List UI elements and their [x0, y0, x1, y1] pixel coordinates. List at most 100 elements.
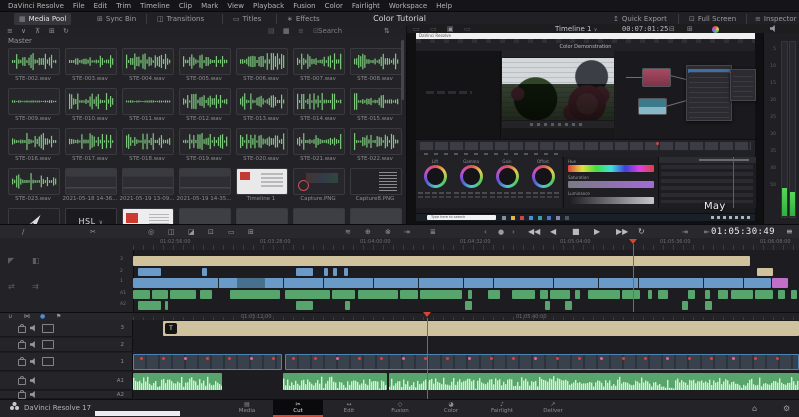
overview-clip[interactable] [648, 290, 652, 299]
overview-clip[interactable] [170, 290, 196, 299]
clip-marker-icon[interactable] [490, 357, 493, 360]
overview-clip[interactable] [705, 290, 710, 299]
lock-icon[interactable] [18, 340, 26, 349]
track-header-A1[interactable]: A1 [0, 372, 133, 390]
timeline-tool-icon-2[interactable]: ⇄ [8, 282, 15, 292]
audio-clip[interactable] [389, 373, 799, 390]
menu-help[interactable]: Help [436, 2, 452, 10]
clip-insert-icon-1[interactable]: ≣ [430, 225, 436, 239]
mute-icon[interactable] [30, 377, 35, 384]
next-clip-button[interactable]: ▶▶ [616, 225, 628, 239]
overview-clip[interactable] [682, 301, 688, 310]
marker-nav-icon-2[interactable]: › [512, 225, 515, 239]
import-tool-icon-3[interactable]: ⊞ [49, 26, 55, 36]
media-clip-STE-018.wav[interactable] [122, 128, 174, 155]
playhead[interactable] [633, 244, 634, 312]
transport-menu-icon[interactable]: ≡ [786, 225, 793, 239]
media-clip-STE-003.wav[interactable] [65, 48, 117, 75]
clip-marker-icon[interactable] [292, 357, 295, 360]
media-clip-STE-021.wav[interactable] [293, 128, 345, 155]
menu-color[interactable]: Color [325, 2, 343, 10]
page-tab-edit[interactable]: ↔ Edit [324, 400, 374, 417]
audio-clip[interactable] [133, 373, 222, 390]
clip-marker-icon[interactable] [314, 357, 317, 360]
clip-marker-icon[interactable] [446, 357, 449, 360]
overview-clip[interactable] [333, 268, 337, 276]
media-clip-STE-015.wav[interactable] [350, 88, 402, 115]
audio-clip[interactable] [283, 373, 387, 390]
taskbar-app-icon-6[interactable] [556, 215, 560, 220]
overview-clip[interactable] [324, 268, 328, 276]
overview-clip[interactable] [565, 301, 572, 310]
menu-workspace[interactable]: Workspace [389, 2, 427, 10]
media-clip-dark[interactable] [236, 208, 288, 224]
split-clip-icon[interactable]: ✂ [90, 225, 96, 239]
media-clip-STE-014.wav[interactable] [293, 88, 345, 115]
view-mode-icon-1[interactable]: ▦ [283, 26, 290, 36]
overview-clip[interactable] [400, 290, 418, 299]
track-header-2[interactable]: 2 [0, 338, 133, 352]
color-wheel-icon[interactable] [712, 26, 719, 33]
clip-marker-icon[interactable] [228, 357, 231, 360]
clip-marker-icon[interactable] [710, 357, 713, 360]
media-clip-Capture.PNG[interactable] [293, 168, 345, 195]
edit-option-icon-0[interactable]: ≋ [345, 225, 351, 239]
tool-icon[interactable]: ∕ [22, 225, 24, 239]
transitions-button[interactable]: ◫ Transitions [152, 13, 209, 25]
cut-tool-icon-2[interactable]: ◪ [188, 225, 195, 239]
overview-clip[interactable] [138, 268, 161, 276]
clip-marker-icon[interactable] [250, 357, 253, 360]
overview-clip[interactable] [230, 290, 280, 299]
marker-nav-icon-1[interactable]: ● [498, 225, 504, 239]
clip-marker-icon[interactable] [732, 357, 735, 360]
page-tab-media[interactable]: ▤ Media [222, 400, 272, 417]
media-clip-2021-05-19 13-09...[interactable] [122, 168, 174, 195]
menu-davinci-resolve[interactable]: DaVinci Resolve [8, 2, 64, 10]
clip-marker-icon[interactable] [206, 357, 209, 360]
track-header-1[interactable]: 1 [0, 353, 133, 371]
overview-clip[interactable] [757, 268, 773, 276]
clip-marker-icon[interactable] [534, 357, 537, 360]
media-clip-pin[interactable] [8, 208, 60, 224]
menu-timeline[interactable]: Timeline [140, 2, 170, 10]
video-clip[interactable] [133, 354, 282, 370]
page-tab-cut[interactable]: ✂ Cut [273, 400, 323, 417]
video-thumbnail-icon[interactable] [42, 323, 54, 333]
overview-clip[interactable] [731, 290, 753, 299]
clip-marker-icon[interactable] [402, 357, 405, 360]
menu-view[interactable]: View [227, 2, 244, 10]
taskbar-app-icon-3[interactable] [529, 215, 533, 220]
media-clip-STE-017.wav[interactable] [65, 128, 117, 155]
view-mode-icon-3[interactable]: ⊟ [313, 26, 319, 36]
mute-icon[interactable] [30, 358, 35, 365]
stop-button[interactable]: ■ [572, 225, 580, 239]
media-clip-STE-004.wav[interactable] [122, 48, 174, 75]
overview-clip[interactable] [237, 278, 265, 288]
media-clip-STE-010.wav[interactable] [65, 88, 117, 115]
viewer-panel[interactable]: DaVinci Resolve Color Demonstration Lift… [407, 33, 763, 224]
menu-playback[interactable]: Playback [253, 2, 284, 10]
media-clip-STE-019.wav[interactable] [179, 128, 231, 155]
detail-playhead[interactable] [427, 318, 428, 399]
menu-mark[interactable]: Mark [201, 2, 218, 10]
track-header-A2[interactable]: A2 [0, 390, 133, 399]
video-thumbnail-icon[interactable] [42, 340, 54, 349]
settings-button[interactable]: ⚙ [783, 400, 790, 417]
media-clip-2021-05-19 14-35...[interactable] [179, 168, 231, 195]
clip-insert-icon-0[interactable]: ⇥ [404, 225, 410, 239]
overview-clip[interactable] [133, 290, 150, 299]
clip-marker-icon[interactable] [688, 357, 691, 360]
overview-clip[interactable] [705, 301, 712, 310]
media-clip-STE-013.wav[interactable] [236, 88, 288, 115]
cut-tool-icon-4[interactable]: ▭ [228, 225, 235, 239]
view-mode-icon-0[interactable]: ▤ [268, 26, 275, 36]
overview-ruler[interactable]: 01:02:56:00 01:03:28:00 01:04:00:00 01:04:3… [0, 238, 799, 250]
media-clip-STE-002.wav[interactable] [8, 48, 60, 75]
overview-clip[interactable] [133, 256, 750, 266]
overview-clip[interactable] [138, 301, 161, 310]
clip-marker-icon[interactable] [622, 357, 625, 360]
media-clip-STE-022.wav[interactable] [350, 128, 402, 155]
media-clip-dark[interactable] [293, 208, 345, 224]
clip-marker-icon[interactable] [380, 357, 383, 360]
media-pool-scrollbar[interactable] [401, 40, 404, 100]
